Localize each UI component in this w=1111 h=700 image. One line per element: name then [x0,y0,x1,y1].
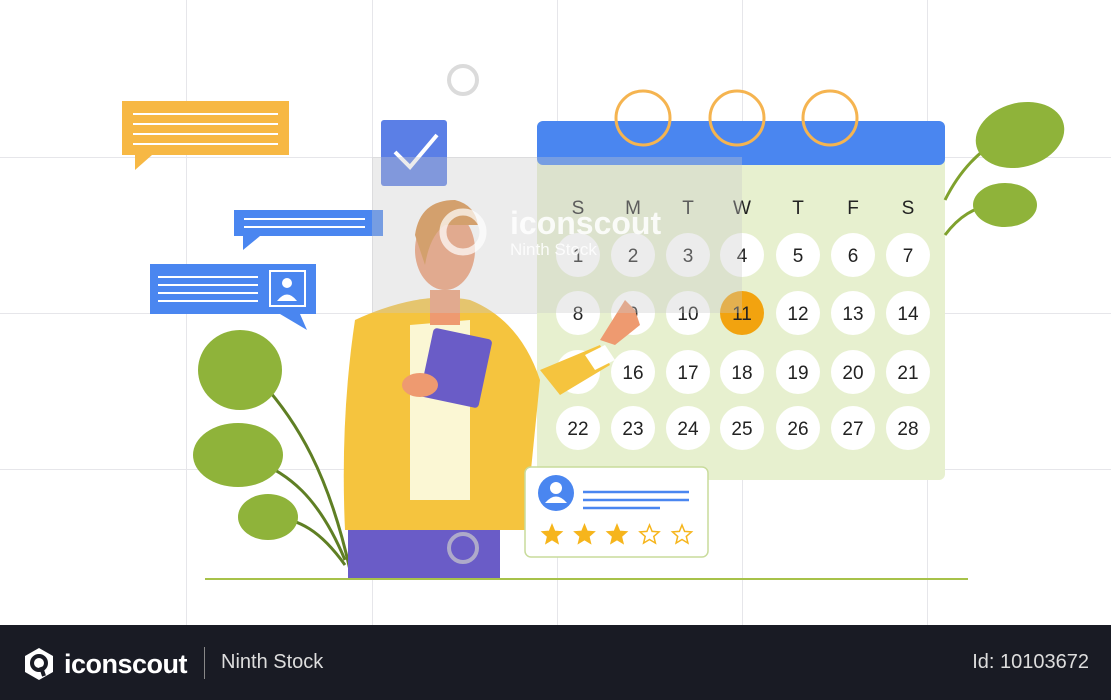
day-number: 26 [787,419,808,440]
plant-right-icon [943,101,1065,236]
calendar-day[interactable]: 22 [556,406,600,450]
day-number: 6 [848,246,859,267]
calendar-day[interactable]: 28 [886,406,930,450]
weekday-label: F [847,198,859,219]
iconscout-logo-icon [25,648,53,680]
calendar-day[interactable]: 18 [720,350,764,394]
chat-bubble-icon [234,210,383,250]
day-number: 27 [842,419,863,440]
day-number: 22 [567,419,588,440]
day-number: 18 [731,363,752,384]
watermark-author: Ninth Stock [510,240,597,259]
calendar-day[interactable]: 7 [886,233,930,277]
calendar-day[interactable]: 20 [831,350,875,394]
day-number: 21 [897,363,918,384]
day-number: 25 [731,419,752,440]
day-number: 20 [842,363,863,384]
day-number: 17 [677,363,698,384]
calendar-day[interactable]: 5 [776,233,820,277]
calendar-day[interactable]: 21 [886,350,930,394]
calendar-day[interactable]: 27 [831,406,875,450]
footer-divider [204,647,205,679]
footer-id: Id: 10103672 [972,651,1089,673]
day-number: 28 [897,419,918,440]
day-number: 23 [622,419,643,440]
chat-bubble-icon [150,264,316,330]
day-number: 12 [787,304,808,325]
calendar-day[interactable]: 17 [666,350,710,394]
footer-brand: iconscout [64,648,188,679]
calendar-day[interactable]: 6 [831,233,875,277]
day-number: 24 [677,419,699,440]
calendar-day[interactable]: 14 [886,291,930,335]
calendar-day[interactable]: 26 [776,406,820,450]
day-number: 7 [903,246,914,267]
day-number: 13 [842,304,863,325]
footer-author: Ninth Stock [221,651,324,673]
calendar-day[interactable]: 16 [611,350,655,394]
day-number: 5 [793,246,804,267]
calendar-day[interactable]: 23 [611,406,655,450]
weekday-label: S [902,198,915,219]
weekday-label: T [792,198,804,219]
calendar-day[interactable]: 19 [776,350,820,394]
calendar-day[interactable]: 12 [776,291,820,335]
day-number: 19 [787,363,808,384]
chat-bubble-icon [122,101,289,170]
review-card [524,466,709,558]
day-number: 16 [622,363,643,384]
calendar-day[interactable]: 13 [831,291,875,335]
plant-left-icon [193,330,352,571]
illustration: SMTWTFS 12345678910111213141516171819202… [122,64,1065,580]
calendar-day[interactable]: 24 [666,406,710,450]
watermark: iconscout Ninth Stock [510,205,661,260]
day-number: 14 [897,304,919,325]
calendar-day[interactable]: 25 [720,406,764,450]
footer-bar: iconscout Ninth Stock Id: 10103672 [0,625,1111,700]
watermark-brand: iconscout [510,205,662,241]
footer-logo[interactable]: iconscout [22,647,188,681]
